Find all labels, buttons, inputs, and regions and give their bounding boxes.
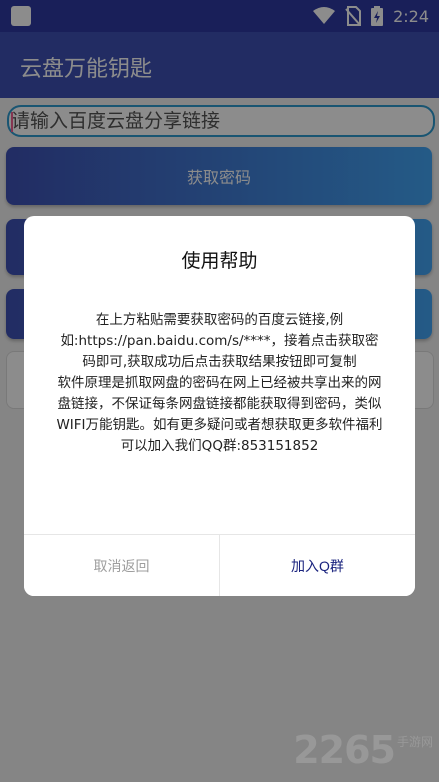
- help-dialog: 使用帮助 在上方粘贴需要获取密码的百度云链接,例如:https://pan.ba…: [24, 216, 415, 596]
- dialog-title: 使用帮助: [181, 250, 258, 272]
- cancel-button[interactable]: 取消返回: [24, 535, 220, 596]
- dialog-actions: 取消返回 加入Q群: [24, 534, 415, 596]
- watermark-sub: 手游网: [396, 735, 433, 749]
- dialog-body: 在上方粘贴需要获取密码的百度云链接,例如:https://pan.baidu.c…: [54, 310, 385, 457]
- watermark-number: 2265: [293, 728, 396, 772]
- join-qq-group-button[interactable]: 加入Q群: [220, 535, 415, 596]
- dialog-body-paragraph-1: 在上方粘贴需要获取密码的百度云链接,例如:https://pan.baidu.c…: [60, 312, 379, 370]
- dialog-body-paragraph-2: 软件原理是抓取网盘的密码在网上已经被共享出来的网盘链接，不保证每条网盘链接都能获…: [56, 375, 383, 454]
- watermark-logo: 2265 手游网: [293, 728, 433, 772]
